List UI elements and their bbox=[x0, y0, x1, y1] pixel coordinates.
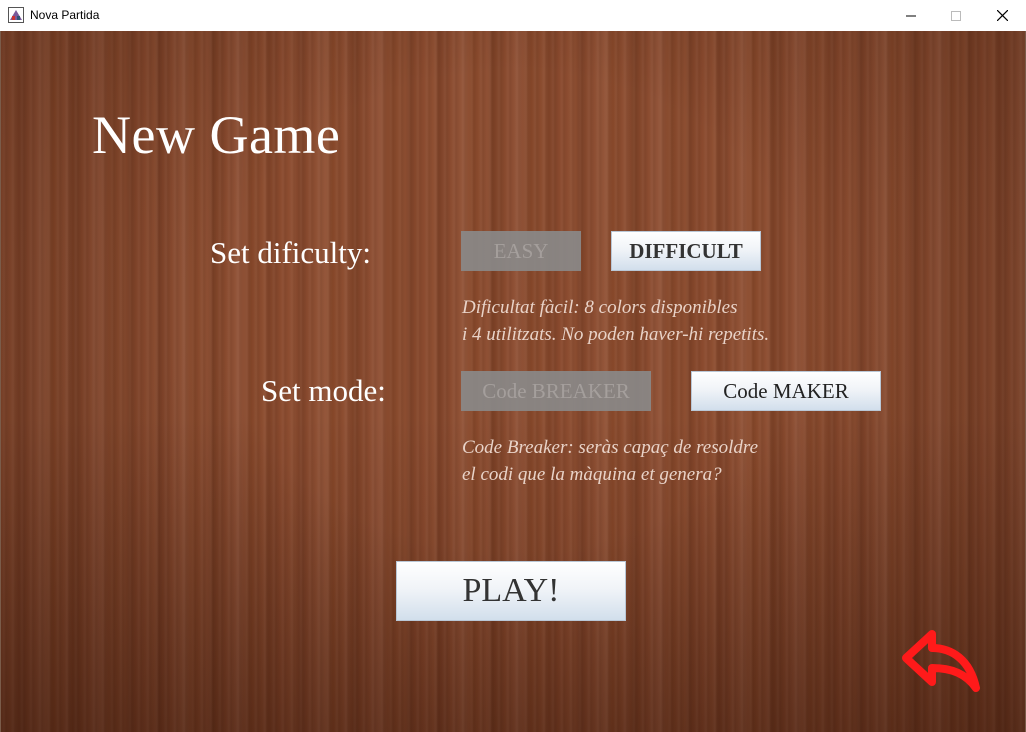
easy-button[interactable]: EASY bbox=[461, 231, 581, 271]
difficulty-description-line1: Dificultat fàcil: 8 colors disponibles bbox=[462, 297, 738, 318]
maximize-icon bbox=[951, 10, 961, 21]
minimize-button[interactable] bbox=[888, 0, 934, 31]
code-breaker-button[interactable]: Code BREAKER bbox=[461, 371, 651, 411]
minimize-icon bbox=[906, 15, 916, 16]
app-icon bbox=[8, 7, 24, 23]
close-button[interactable] bbox=[979, 0, 1025, 31]
mode-description: Code Breaker: seràs capaç de resoldre el… bbox=[462, 434, 758, 488]
difficult-button[interactable]: DIFFICULT bbox=[611, 231, 761, 271]
maximize-button[interactable] bbox=[933, 0, 979, 31]
mode-description-line1: Code Breaker: seràs capaç de resoldre bbox=[462, 437, 759, 458]
window-title: Nova Partida bbox=[30, 8, 100, 22]
back-arrow-icon[interactable] bbox=[900, 626, 984, 698]
play-button[interactable]: PLAY! bbox=[396, 561, 626, 621]
close-icon bbox=[996, 10, 1008, 21]
difficulty-description: Dificultat fàcil: 8 colors disponibles i… bbox=[462, 294, 769, 348]
difficulty-label: Set dificulty: bbox=[210, 235, 372, 270]
code-maker-button[interactable]: Code MAKER bbox=[691, 371, 881, 411]
page-title: New Game bbox=[92, 105, 341, 165]
window-titlebar: Nova Partida bbox=[0, 0, 1026, 31]
difficulty-description-line2: i 4 utilitzats. No poden haver-hi repeti… bbox=[462, 324, 770, 345]
mode-label: Set mode: bbox=[261, 373, 386, 408]
mode-description-line2: el codi que la màquina et genera? bbox=[462, 464, 722, 485]
